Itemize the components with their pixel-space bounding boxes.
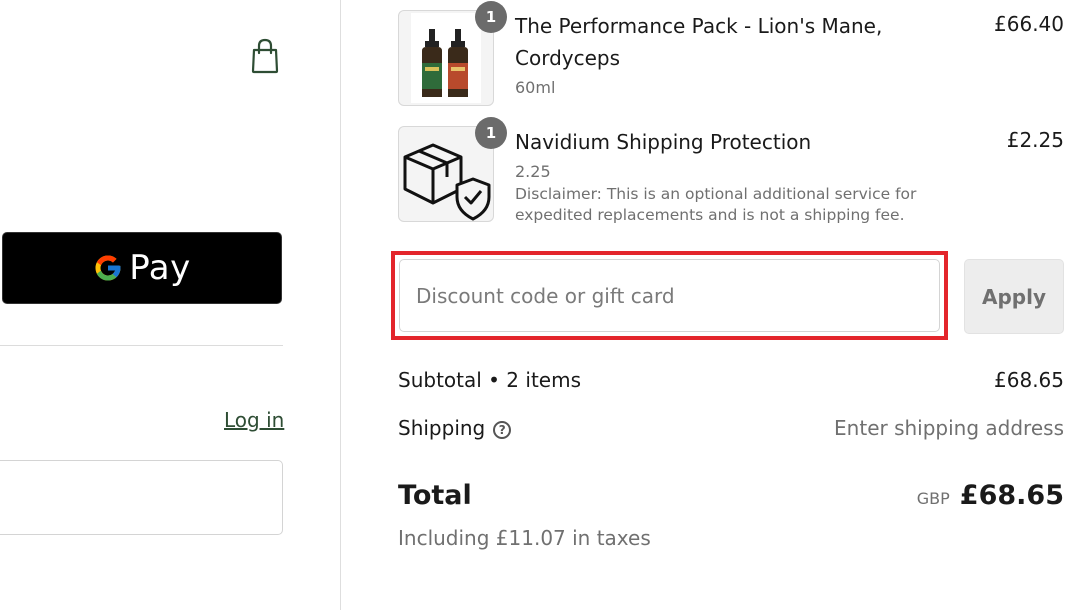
total-label: Total	[398, 480, 472, 511]
quantity-badge: 1	[475, 117, 507, 149]
line-item: 1 Navidium Shipping Protection 2.25 Disc…	[398, 117, 1064, 226]
subtotal-label: Subtotal • 2 items	[398, 368, 581, 392]
shipping-value: Enter shipping address	[834, 416, 1064, 440]
product-variant: 2.25	[515, 162, 551, 181]
quantity-badge: 1	[475, 1, 507, 33]
taxes-note: Including £11.07 in taxes	[398, 526, 651, 550]
subtotal-value: £68.65	[994, 368, 1064, 392]
line-item: 1 The Performance Pack - Lion's Mane, Co…	[398, 1, 1064, 106]
product-variant: 60ml	[515, 78, 556, 97]
product-thumbnail: 1	[398, 117, 507, 222]
section-divider	[0, 345, 283, 346]
product-name: The Performance Pack - Lion's Mane, Cord…	[515, 14, 883, 70]
product-thumbnail: 1	[398, 1, 507, 106]
checkout-left-panel: Pay Log in	[0, 0, 340, 610]
shipping-row: Shipping? Enter shipping address	[398, 416, 1064, 446]
total-amount-group: GBP £68.65	[917, 480, 1064, 511]
total-value: £68.65	[959, 480, 1064, 511]
google-pay-button[interactable]: Pay	[2, 232, 282, 304]
discount-code-input[interactable]	[399, 259, 940, 332]
order-summary-panel: 1 The Performance Pack - Lion's Mane, Co…	[341, 0, 1086, 610]
product-price: £2.25	[1006, 128, 1064, 152]
help-icon[interactable]: ?	[493, 421, 512, 439]
subtotal-row: Subtotal • 2 items £68.65	[398, 368, 1064, 398]
google-g-icon	[95, 255, 121, 281]
shopping-bag-icon[interactable]	[250, 38, 280, 74]
login-link[interactable]: Log in	[224, 408, 284, 432]
product-price: £66.40	[994, 12, 1064, 36]
gpay-label: Pay	[129, 248, 191, 288]
shipping-label: Shipping	[398, 416, 486, 440]
shipping-label-group: Shipping?	[398, 416, 512, 440]
email-field[interactable]	[0, 460, 283, 535]
apply-discount-button[interactable]: Apply	[964, 259, 1064, 334]
product-name: Navidium Shipping Protection	[515, 130, 812, 154]
product-disclaimer: Disclaimer: This is an optional addition…	[515, 185, 917, 224]
currency-code: GBP	[916, 489, 950, 508]
